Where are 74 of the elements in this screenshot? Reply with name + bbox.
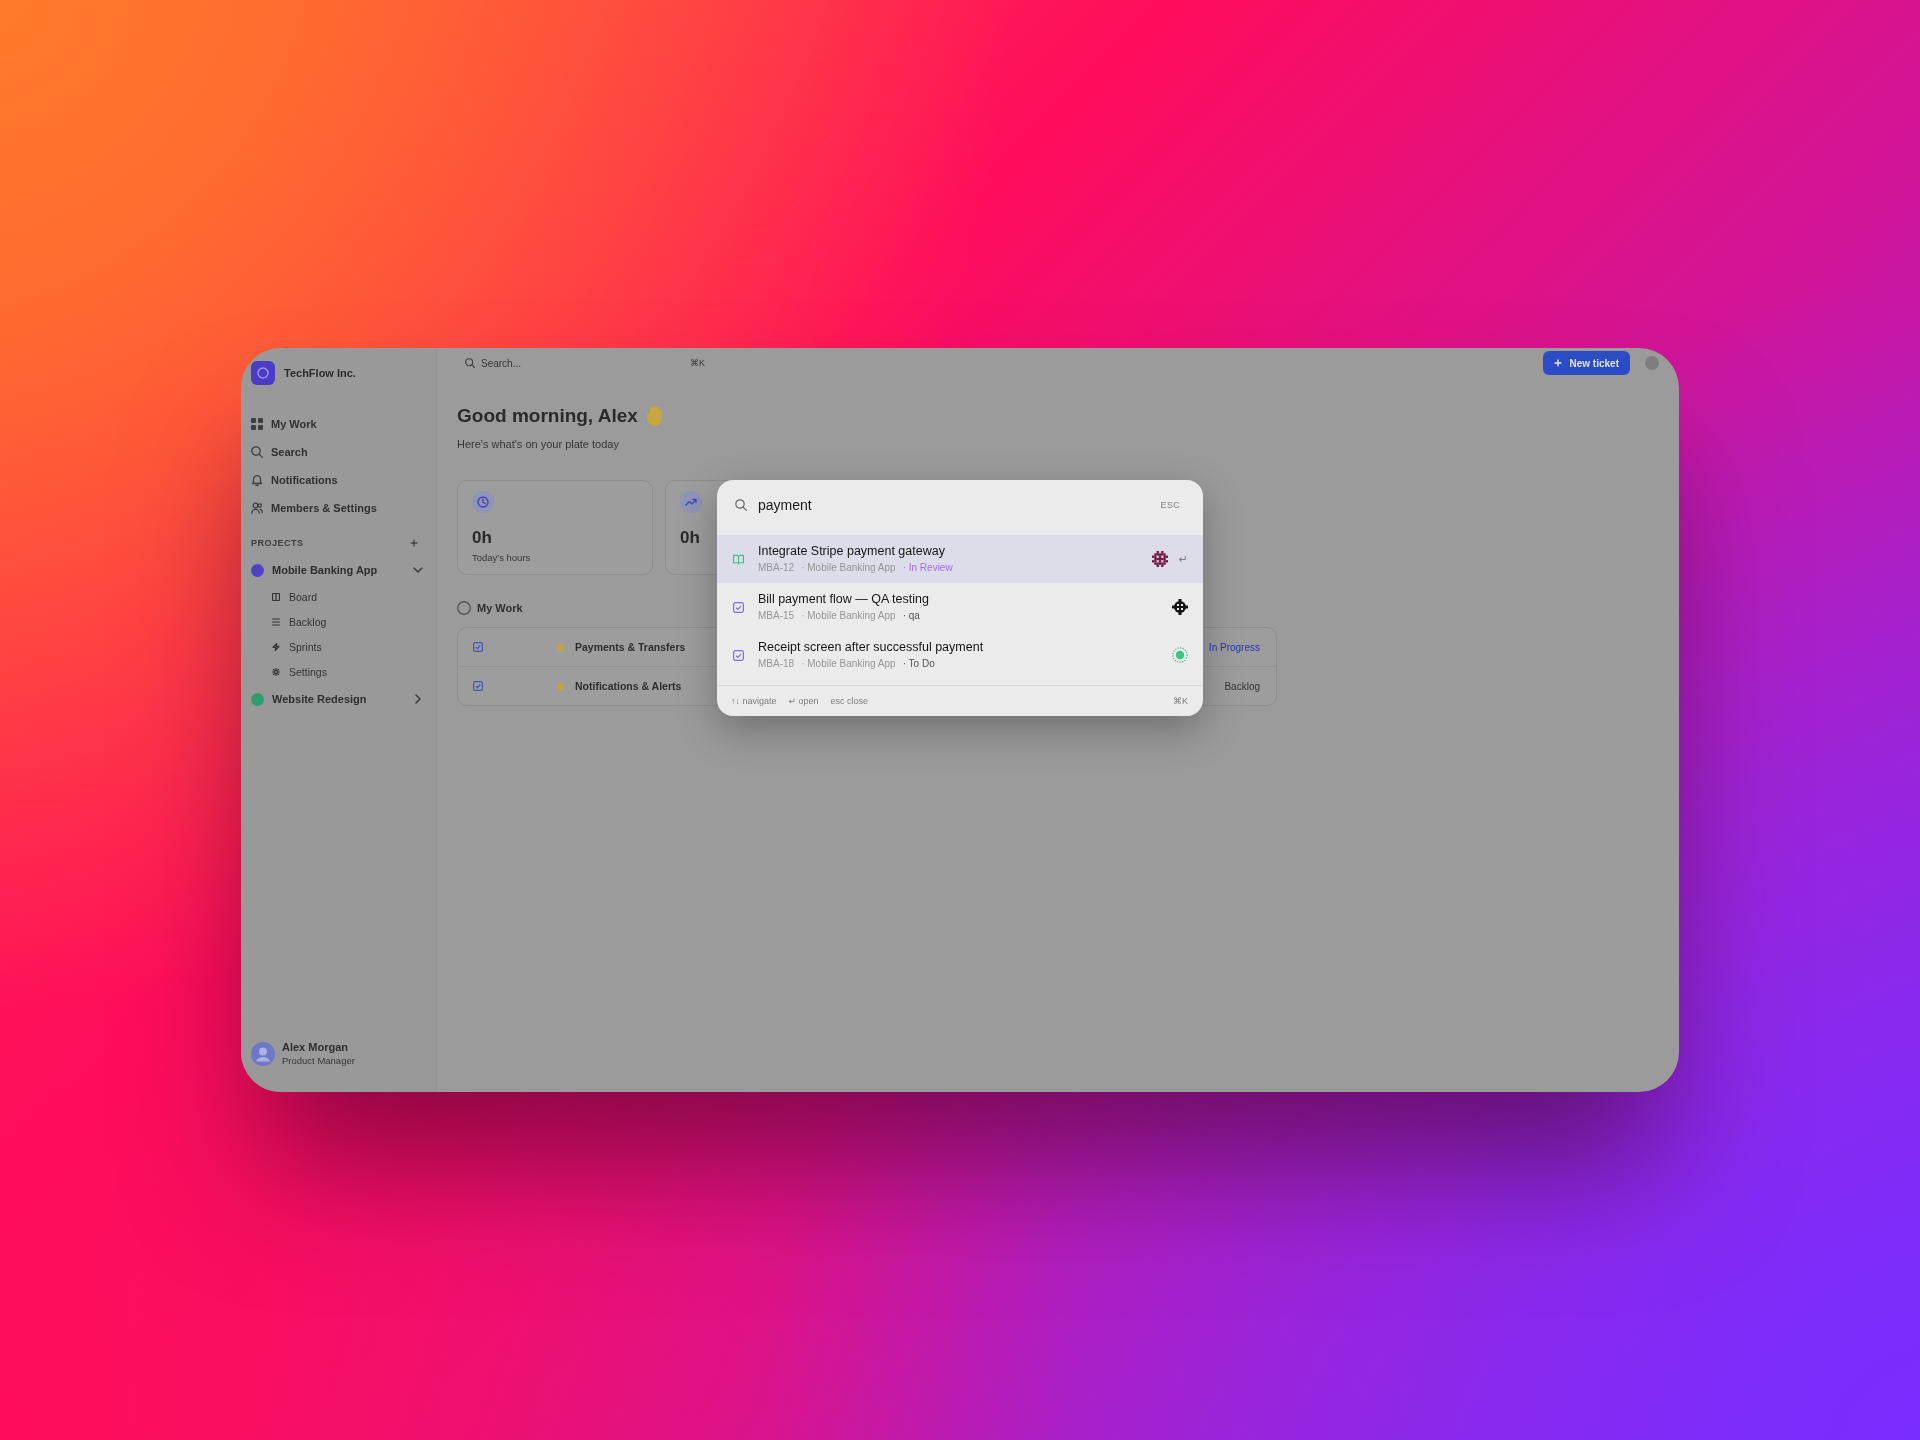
greeting-heading: Good morning, Alex [457,404,638,428]
stat-label: Today's hours [472,552,531,564]
keyboard-hint: ↵ open [788,696,819,706]
grid-icon [251,418,263,430]
plus-icon [1553,359,1562,367]
result-title: Receipt screen after successful payment [758,640,985,655]
settings-icon [272,668,280,676]
project-name: · Mobile Banking App [801,657,896,670]
project-subitem[interactable]: Board [272,587,426,607]
status-tag: · To Do [902,657,935,670]
issue-key: MBA-15 [758,609,795,622]
nav-item[interactable]: Members & Settings [251,497,426,519]
chevron-icon[interactable] [413,694,423,704]
section-label: PROJECTS [251,538,304,548]
hand-icon [646,406,662,426]
issue-key: MBA-18 [758,657,795,670]
nav-item[interactable]: Notifications [251,469,426,491]
status-tag: · In Review [902,561,953,574]
checkbox-icon [473,642,483,652]
bell-icon [251,474,263,486]
checkbox-icon [473,681,483,691]
nav-item[interactable]: My Work [251,413,426,435]
search-result[interactable]: Bill payment flow — QA testing MBA-15 · Mobile Banking App · qa [717,583,1203,631]
enter-hint: ↵ [1178,552,1188,566]
section-title: My Work [477,602,523,614]
issue-key: MBA-12 [758,561,795,574]
workspace-name: TechFlow Inc. [284,367,356,379]
status-tag: · qa [902,609,920,622]
task-title[interactable]: Payments & Transfers [575,641,686,653]
trend-icon [680,491,702,513]
project-subitem[interactable]: Backlog [272,612,426,632]
greeting-subtitle: Here's what's on your plate today [457,437,620,451]
shortcut-hint: ⌘K [1173,696,1188,706]
new-ticket-button[interactable]: New ticket [1542,351,1630,375]
project-subitem[interactable]: Sprints [272,637,426,657]
keyboard-hint: ↑↓ navigate [731,696,777,706]
search-icon [735,498,747,511]
project-item[interactable]: Website Redesign [251,688,426,710]
bolt-icon [272,643,280,651]
search-icon [251,446,263,458]
clock-icon [472,491,494,513]
search-icon [465,358,475,368]
columns-icon [272,593,280,601]
project-name: · Mobile Banking App [801,561,896,574]
plus-icon[interactable] [410,539,418,547]
user-role: Product Manager [282,1055,355,1066]
nav-item[interactable]: Search [251,441,426,463]
stat-value: 0h [472,528,492,548]
user-name: Alex Morgan [282,1041,349,1053]
list-icon [272,618,280,626]
logo-icon [251,361,275,385]
shortcut-hint: ⌘K [690,358,705,368]
search-input[interactable]: payment [758,496,1150,513]
keyboard-hint: esc close [830,696,869,706]
checkbox-icon [733,601,744,613]
status-label: Backlog [1224,680,1260,692]
project-subitem[interactable]: Settings [272,662,426,682]
people-icon [251,502,263,514]
circle-icon [457,601,471,615]
stat-value: 0h [680,528,700,548]
book-icon [733,553,744,565]
result-title: Integrate Stripe payment gateway [758,544,946,559]
checkbox-icon [733,649,744,661]
result-title: Bill payment flow — QA testing [758,592,930,607]
search-result[interactable]: Receipt screen after successful payment MBA-18 · Mobile Banking App · To Do [717,631,1203,679]
chevron-icon[interactable] [413,565,423,575]
status-label: In Progress [1208,641,1260,653]
avatar-icon[interactable] [251,1041,275,1066]
task-title[interactable]: Notifications & Alerts [575,680,682,692]
esc-hint: ESC [1160,499,1180,510]
search-input[interactable]: Search... [481,357,684,369]
project-item[interactable]: Mobile Banking App [251,559,426,581]
project-name: · Mobile Banking App [801,609,896,622]
search-result[interactable]: Integrate Stripe payment gateway MBA-12 · Mobile Banking App · In Review ↵ [717,535,1203,583]
